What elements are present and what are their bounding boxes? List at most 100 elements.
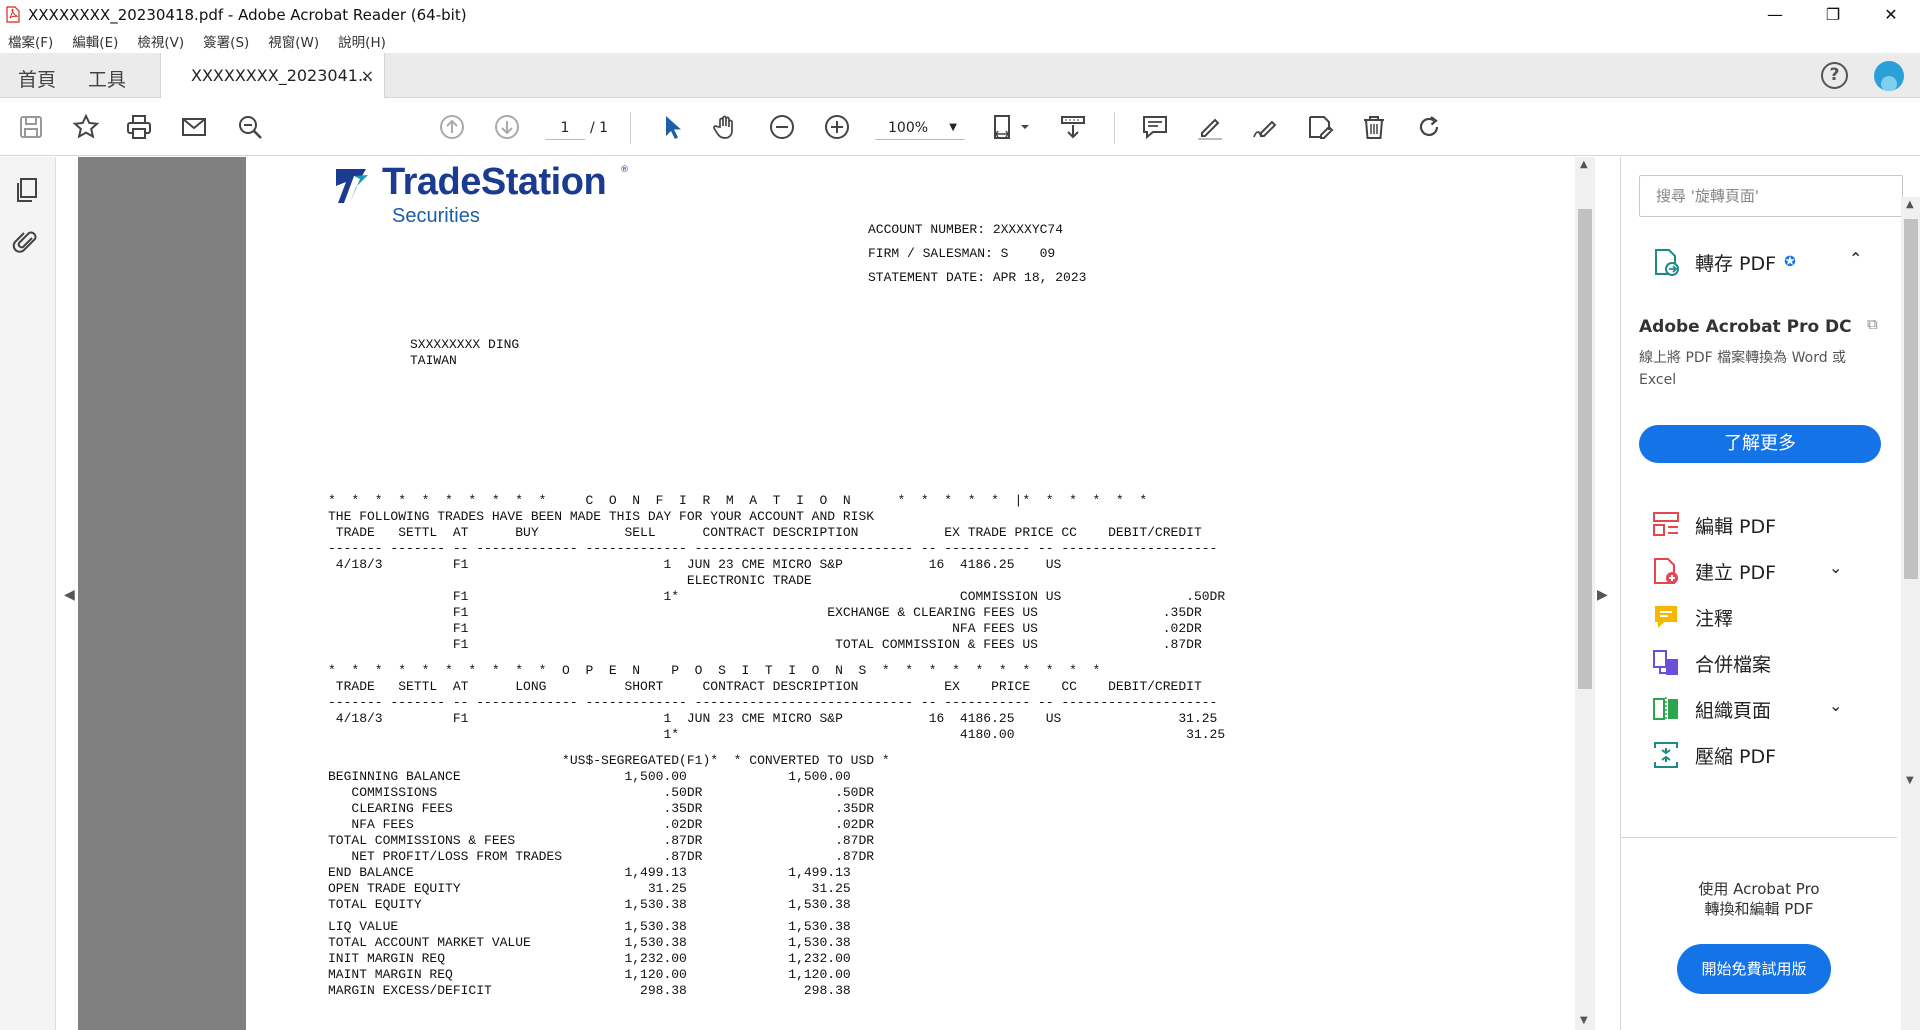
tab-document-label: XXXXXXXX_2023041... xyxy=(191,66,374,85)
comment-icon[interactable] xyxy=(1140,112,1170,142)
close-button[interactable]: ✕ xyxy=(1862,0,1920,29)
export-pdf-tool[interactable]: 轉存 PDF ✪ ⌃ xyxy=(1651,247,1862,277)
menu-sign[interactable]: 簽署(S) xyxy=(203,31,249,51)
export-pdf-icon xyxy=(1655,249,1679,276)
menu-window[interactable]: 視窗(W) xyxy=(268,31,319,51)
tab-document[interactable]: XXXXXXXX_2023041... × xyxy=(160,53,385,98)
read-mode-icon[interactable] xyxy=(1058,112,1088,142)
tool-compress-pdf[interactable]: 壓縮 PDF xyxy=(1651,740,1776,770)
delete-trash-icon[interactable] xyxy=(1359,112,1389,142)
toolbar: 1 / 1 100% ▼ xyxy=(0,98,1920,156)
rotate-icon[interactable] xyxy=(1414,112,1444,142)
tab-close-icon[interactable]: × xyxy=(361,66,374,85)
combine-files-label: 合併檔案 xyxy=(1695,653,1772,676)
brand-registered-mark: ® xyxy=(620,165,629,175)
start-free-trial-button[interactable]: 開始免費試用版 xyxy=(1677,944,1831,994)
comment-icon xyxy=(1655,606,1677,628)
document-scroll-thumb[interactable] xyxy=(1578,209,1592,689)
toolbar-divider xyxy=(630,112,631,144)
menu-view[interactable]: 檢視(V) xyxy=(137,31,184,51)
next-page-icon[interactable] xyxy=(492,112,522,142)
chevron-up-icon[interactable]: ⌃ xyxy=(1849,249,1862,268)
copy-icon[interactable]: ⧉ xyxy=(1867,315,1878,333)
scroll-up-icon[interactable]: ▲ xyxy=(1580,159,1588,170)
tradestation-logo-mark-icon xyxy=(336,169,368,203)
maximize-button[interactable]: ❐ xyxy=(1804,0,1862,29)
save-icon[interactable] xyxy=(16,112,46,142)
window-title: XXXXXXXX_20230418.pdf - Adobe Acrobat Re… xyxy=(28,5,467,24)
tool-edit-pdf[interactable]: 編輯 PDF xyxy=(1651,510,1776,540)
bookmark-star-icon[interactable] xyxy=(71,112,101,142)
menu-help[interactable]: 說明(H) xyxy=(338,31,386,51)
scroll-down-icon[interactable]: ▼ xyxy=(1580,1015,1588,1026)
help-icon[interactable]: ? xyxy=(1821,62,1848,89)
premium-badge-icon: ✪ xyxy=(1784,254,1796,270)
tab-tools[interactable]: 工具 xyxy=(88,65,126,92)
document-scrollbar[interactable]: ▲ ▼ xyxy=(1575,157,1595,1030)
collapse-left-panel-icon[interactable]: ◀ xyxy=(64,587,75,603)
find-zoom-icon[interactable] xyxy=(235,112,265,142)
combine-files-icon xyxy=(1653,650,1678,675)
scroll-up-icon[interactable]: ▲ xyxy=(1906,199,1914,210)
edit-pdf-icon xyxy=(1653,512,1679,536)
page-number-input[interactable]: 1 xyxy=(545,116,585,140)
page-thumbnails-icon[interactable] xyxy=(14,177,40,203)
tab-bar: 首頁 工具 XXXXXXXX_2023041... × ? xyxy=(0,53,1920,98)
draw-sign-icon[interactable] xyxy=(1250,112,1280,142)
menu-bar: 檔案(F) 編輯(E) 檢視(V) 簽署(S) 視窗(W) 說明(H) xyxy=(0,29,1920,53)
page-total-label: / 1 xyxy=(590,120,609,136)
menu-edit[interactable]: 編輯(E) xyxy=(72,31,118,51)
print-icon[interactable] xyxy=(124,112,154,142)
create-pdf-icon xyxy=(1654,558,1678,584)
comment-label: 注釋 xyxy=(1695,607,1734,630)
tools-pane-scroll-thumb[interactable] xyxy=(1904,219,1918,579)
bottom-promo-line1: 使用 Acrobat Pro xyxy=(1698,880,1820,898)
zoom-level-select[interactable]: 100% ▼ xyxy=(875,116,965,140)
brand-name: TradeStation xyxy=(382,161,607,203)
attachment-paperclip-icon[interactable] xyxy=(12,229,40,257)
tool-combine-files[interactable]: 合併檔案 xyxy=(1651,648,1771,678)
avatar[interactable] xyxy=(1874,61,1904,91)
bottom-promo-line2: 轉換和編輯 PDF xyxy=(1704,900,1814,918)
select-cursor-icon[interactable] xyxy=(657,112,687,142)
bottom-promo: 使用 Acrobat Pro 轉換和編輯 PDF xyxy=(1621,879,1897,919)
zoom-in-icon[interactable] xyxy=(822,112,852,142)
open-positions-section: * * * * * * * * * * O P E N P O S I T I … xyxy=(328,663,1226,742)
document-viewport[interactable]: ◀ ▶ TradeStation ® Securities ACCOUNT NU… xyxy=(56,157,1620,1030)
tab-home[interactable]: 首頁 xyxy=(18,65,56,92)
previous-page-icon[interactable] xyxy=(437,112,467,142)
expand-right-panel-icon[interactable]: ▶ xyxy=(1597,587,1608,603)
tools-pane-divider xyxy=(1621,837,1897,838)
client-address: SXXXXXXXX DING TAIWAN xyxy=(410,337,520,368)
promo-description: 線上將 PDF 檔案轉換為 Word 或 Excel xyxy=(1639,350,1847,388)
menu-file[interactable]: 檔案(F) xyxy=(8,31,53,51)
highlight-pen-icon[interactable] xyxy=(1195,112,1225,142)
create-pdf-label: 建立 PDF xyxy=(1695,561,1777,584)
confirmation-section: * * * * * * * * * * C O N F I R M A T I … xyxy=(328,493,1226,652)
chevron-down-icon[interactable]: ⌄ xyxy=(1829,696,1842,715)
tool-organize-pages[interactable]: 組織頁面 ⌄ xyxy=(1651,694,1842,724)
tool-create-pdf[interactable]: 建立 PDF ⌄ xyxy=(1651,556,1842,586)
chevron-down-icon: ▼ xyxy=(949,122,957,133)
email-icon[interactable] xyxy=(179,112,209,142)
toolbar-divider xyxy=(1114,112,1115,144)
compress-pdf-icon xyxy=(1654,742,1678,768)
minimize-button[interactable]: — xyxy=(1746,0,1804,29)
zoom-out-icon[interactable] xyxy=(767,112,797,142)
scroll-down-icon[interactable]: ▼ xyxy=(1906,775,1914,786)
chevron-down-icon[interactable]: ⌄ xyxy=(1829,558,1842,577)
tool-comment[interactable]: 注釋 xyxy=(1651,602,1733,632)
pdf-file-icon xyxy=(6,6,20,23)
compress-pdf-label: 壓縮 PDF xyxy=(1695,745,1777,768)
fill-sign-icon[interactable] xyxy=(1305,112,1335,142)
tools-pane-scrollbar[interactable]: ▲ ▼ xyxy=(1901,197,1920,1030)
organize-pages-icon xyxy=(1653,697,1678,721)
hand-tool-icon[interactable] xyxy=(711,112,741,142)
learn-more-button[interactable]: 了解更多 xyxy=(1639,425,1881,463)
tools-search-input[interactable]: 搜尋 '旋轉頁面' xyxy=(1639,175,1903,217)
left-navigation-rail xyxy=(0,157,56,1030)
pdf-page: TradeStation ® Securities ACCOUNT NUMBER… xyxy=(246,157,1410,1030)
page-fit-icon[interactable] xyxy=(990,112,1036,142)
export-pdf-label: 轉存 PDF xyxy=(1695,252,1777,275)
statement-header: ACCOUNT NUMBER: 2XXXXYC74 FIRM / SALESMA… xyxy=(868,222,1087,285)
